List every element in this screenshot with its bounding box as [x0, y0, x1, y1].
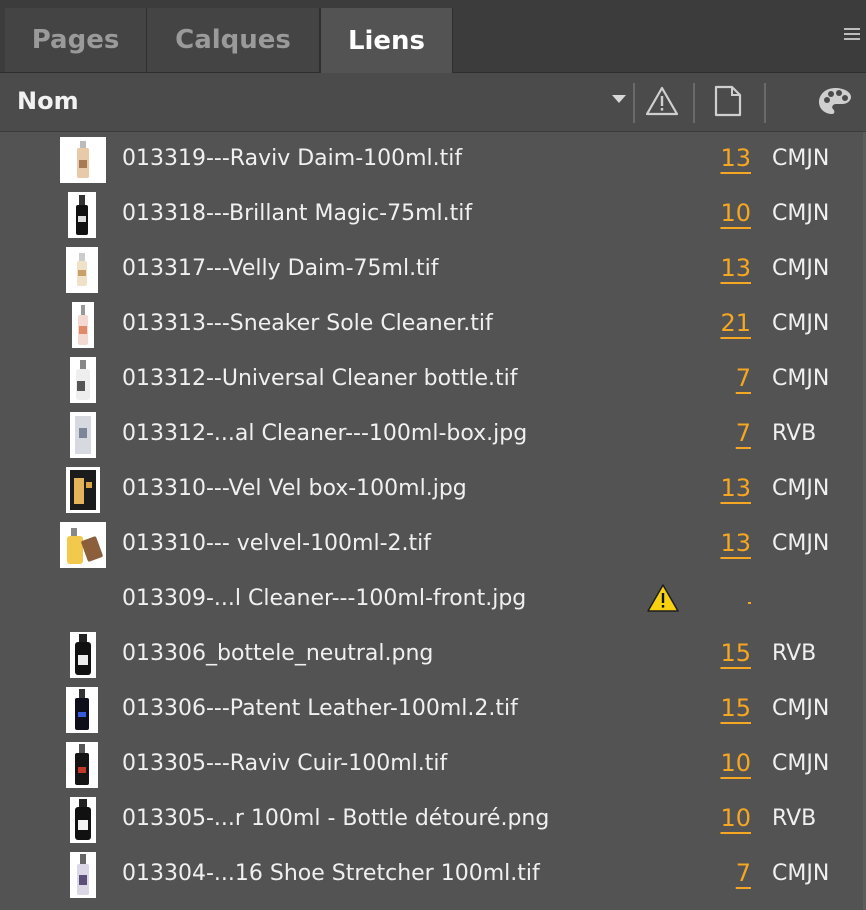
link-thumbnail: [70, 357, 96, 403]
link-color-space: CMJN: [772, 861, 830, 886]
link-page-number[interactable]: 15: [720, 694, 751, 722]
link-row[interactable]: 013306---Patent Leather-100ml.2.tif 15 C…: [0, 682, 866, 737]
link-row[interactable]: 013309-...l Cleaner---100ml-front.jpg: [0, 572, 866, 627]
link-color-space: CMJN: [772, 366, 830, 391]
link-page-number[interactable]: 13: [720, 144, 751, 172]
panel-tab-bar: Pages Calques Liens: [0, 0, 866, 74]
tab-pages[interactable]: Pages: [5, 8, 147, 72]
link-page-number[interactable]: 10: [720, 804, 751, 832]
link-thumbnail: [66, 742, 98, 788]
links-panel: Pages Calques Liens Nom 013319---Raviv D…: [0, 0, 866, 910]
link-color-space: RVB: [772, 421, 817, 446]
link-filename: 013306_bottele_neutral.png: [122, 641, 434, 666]
link-filename: 013305---Raviv Cuir-100ml.tif: [122, 751, 448, 776]
sort-dropdown-icon[interactable]: [612, 95, 626, 103]
link-row[interactable]: 013319---Raviv Daim-100ml.tif 13 CMJN: [0, 132, 866, 187]
link-row[interactable]: 013310---Vel Vel box-100ml.jpg 13 CMJN: [0, 462, 866, 517]
page-indicator-mark: [748, 602, 751, 604]
link-thumbnail: [68, 192, 96, 238]
link-color-space: CMJN: [772, 696, 830, 721]
link-page-number[interactable]: 10: [720, 749, 751, 777]
link-thumbnail: [70, 797, 96, 843]
link-color-space: CMJN: [772, 531, 830, 556]
link-thumbnail: [66, 687, 98, 733]
links-column-header: Nom: [0, 73, 866, 132]
link-row[interactable]: 013313---Sneaker Sole Cleaner.tif 21 CMJ…: [0, 297, 866, 352]
link-filename: 013306---Patent Leather-100ml.2.tif: [122, 696, 518, 721]
color-palette-icon[interactable]: [817, 85, 853, 117]
link-filename: 013312-...al Cleaner---100ml-box.jpg: [122, 421, 528, 446]
link-filename: 013304-...16 Shoe Stretcher 100ml.tif: [122, 861, 540, 886]
link-color-space: CMJN: [772, 476, 830, 501]
panel-menu-icon[interactable]: [844, 28, 860, 44]
link-thumbnail: [60, 522, 106, 568]
column-divider[interactable]: [633, 83, 635, 123]
link-row[interactable]: 013317---Velly Daim-75ml.tif 13 CMJN: [0, 242, 866, 297]
link-page-number[interactable]: 21: [720, 309, 751, 337]
link-filename: 013318---Brillant Magic-75ml.tif: [122, 201, 473, 226]
warning-column-icon[interactable]: [645, 85, 679, 117]
link-row[interactable]: 013305---Raviv Cuir-100ml.tif 10 CMJN: [0, 737, 866, 792]
link-color-space: CMJN: [772, 256, 830, 281]
link-row[interactable]: 013312--Universal Cleaner bottle.tif 7 C…: [0, 352, 866, 407]
link-page-number[interactable]: 13: [720, 529, 751, 557]
link-thumbnail: [70, 412, 96, 458]
link-filename: 013310--- velvel-100ml-2.tif: [122, 531, 432, 556]
column-divider[interactable]: [693, 83, 695, 123]
tab-links[interactable]: Liens: [320, 8, 453, 74]
link-page-number[interactable]: 15: [720, 639, 751, 667]
column-divider[interactable]: [764, 83, 766, 123]
link-row[interactable]: 013306_bottele_neutral.png 15 RVB: [0, 627, 866, 682]
link-color-space: CMJN: [772, 201, 830, 226]
link-color-space: CMJN: [772, 311, 830, 336]
link-page-number[interactable]: 7: [736, 419, 751, 447]
link-filename: 013319---Raviv Daim-100ml.tif: [122, 146, 463, 171]
link-row[interactable]: 013312-...al Cleaner---100ml-box.jpg 7 R…: [0, 407, 866, 462]
link-filename: 013312--Universal Cleaner bottle.tif: [122, 366, 518, 391]
link-filename: 013309-...l Cleaner---100ml-front.jpg: [122, 586, 527, 611]
link-row[interactable]: 013304-...16 Shoe Stretcher 100ml.tif 7 …: [0, 847, 866, 902]
link-thumbnail: [70, 852, 96, 898]
link-page-number[interactable]: 13: [720, 254, 751, 282]
link-thumbnail: [66, 247, 98, 293]
link-row[interactable]: 013310--- velvel-100ml-2.tif 13 CMJN: [0, 517, 866, 572]
link-row[interactable]: 013318---Brillant Magic-75ml.tif 10 CMJN: [0, 187, 866, 242]
link-thumbnail: [72, 302, 94, 348]
link-row[interactable]: 013305-...r 100ml - Bottle détouré.png 1…: [0, 792, 866, 847]
link-page-number[interactable]: 13: [720, 474, 751, 502]
name-column-header[interactable]: Nom: [17, 87, 79, 115]
tab-layers[interactable]: Calques: [147, 8, 320, 72]
link-page-number[interactable]: 7: [736, 364, 751, 392]
link-page-number[interactable]: 10: [720, 199, 751, 227]
page-column-icon[interactable]: [713, 85, 743, 117]
link-filename: 013317---Velly Daim-75ml.tif: [122, 256, 439, 281]
link-color-space: RVB: [772, 641, 817, 666]
link-thumbnail: [60, 137, 106, 183]
link-color-space: CMJN: [772, 146, 830, 171]
link-filename: 013305-...r 100ml - Bottle détouré.png: [122, 806, 550, 831]
links-list: 013319---Raviv Daim-100ml.tif 13 CMJN 01…: [0, 132, 866, 902]
link-page-number[interactable]: 7: [736, 859, 751, 887]
link-color-space: CMJN: [772, 751, 830, 776]
missing-link-warning-icon[interactable]: [646, 583, 680, 613]
link-filename: 013313---Sneaker Sole Cleaner.tif: [122, 311, 493, 336]
link-thumbnail: [70, 632, 96, 678]
link-color-space: RVB: [772, 806, 817, 831]
link-thumbnail: [66, 467, 100, 513]
link-filename: 013310---Vel Vel box-100ml.jpg: [122, 476, 467, 501]
